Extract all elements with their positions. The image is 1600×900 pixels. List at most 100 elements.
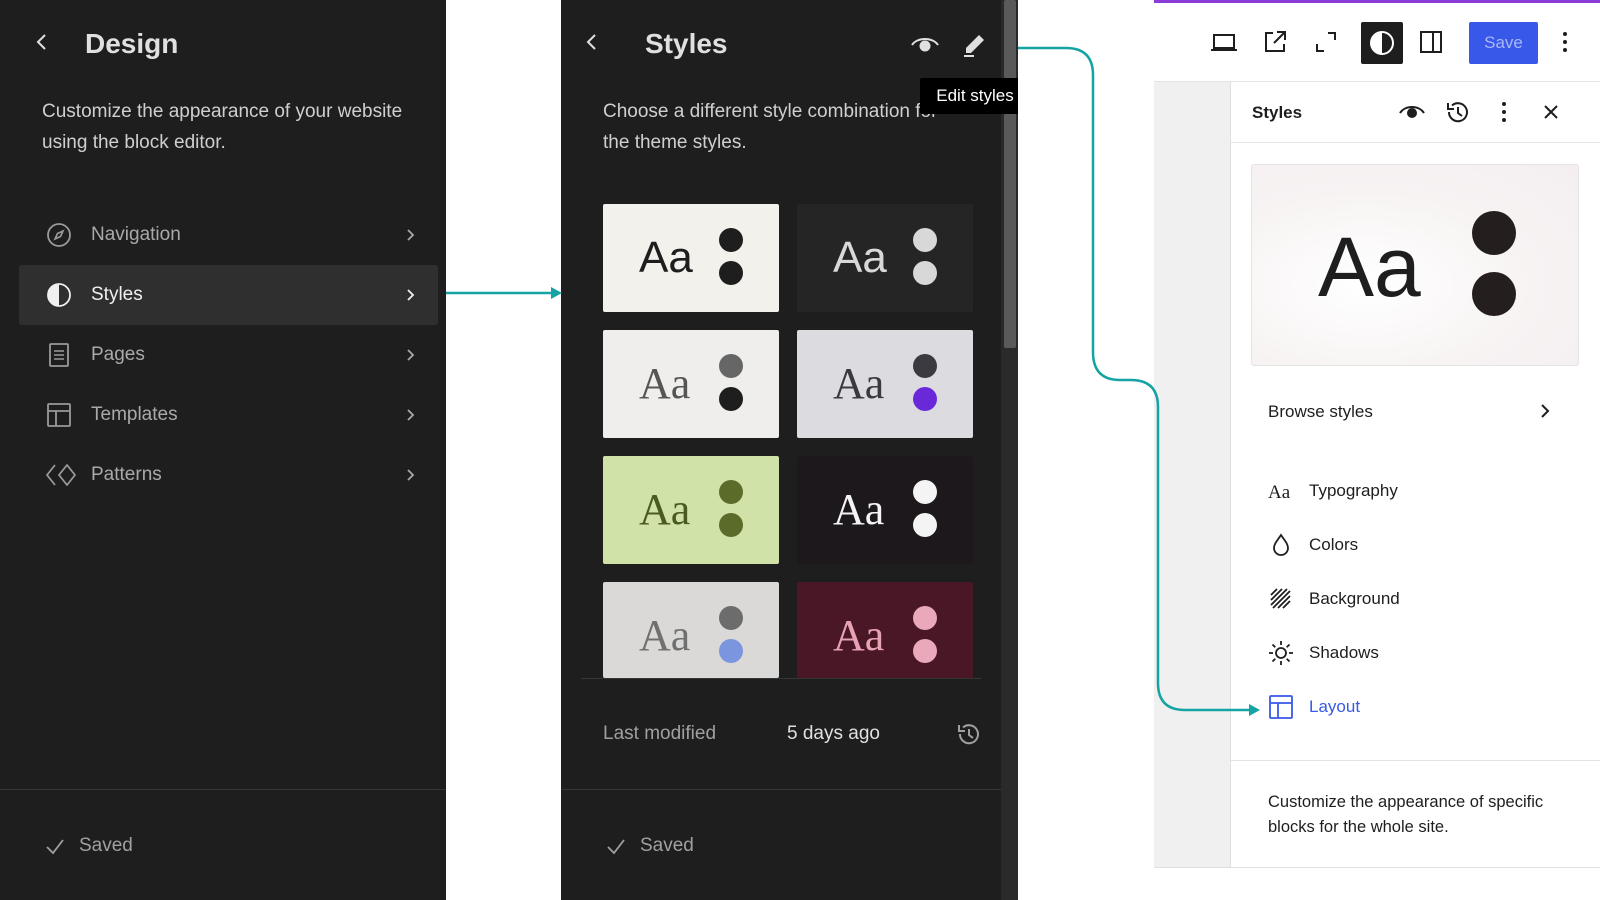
svg-text:Aa: Aa bbox=[1268, 482, 1291, 503]
close-icon[interactable] bbox=[1537, 98, 1565, 126]
save-button[interactable]: Save bbox=[1469, 22, 1538, 64]
check-icon bbox=[605, 836, 627, 858]
tile-sample-text: Aa bbox=[833, 359, 885, 408]
save-status: Saved bbox=[79, 835, 133, 856]
sidebar-item-label: Navigation bbox=[91, 224, 181, 245]
patterns-icon bbox=[46, 462, 76, 488]
tile-color-dot bbox=[719, 513, 743, 537]
tile-color-dot bbox=[719, 606, 743, 630]
tile-color-dot bbox=[913, 228, 937, 252]
tile-sample-text: Aa bbox=[639, 359, 691, 408]
last-modified-value: 5 days ago bbox=[787, 723, 880, 744]
sidebar-item-label: Patterns bbox=[91, 464, 162, 485]
style-variation-tile[interactable]: Aa bbox=[797, 582, 973, 678]
style-variation-tile[interactable]: Aa bbox=[603, 456, 779, 564]
sidebar-item-navigation[interactable]: Navigation bbox=[19, 205, 438, 265]
sidebar-item-pages[interactable]: Pages bbox=[19, 325, 438, 385]
style-variation-tile[interactable]: Aa bbox=[797, 204, 973, 312]
external-view-icon[interactable] bbox=[1260, 27, 1290, 57]
more-vertical-icon[interactable] bbox=[1490, 98, 1518, 126]
tile-color-dot bbox=[913, 606, 937, 630]
preview-sample-text: Aa bbox=[1318, 220, 1421, 314]
chevron-right-icon bbox=[402, 466, 418, 484]
sidebar-item-label: Templates bbox=[91, 404, 178, 425]
divider bbox=[1231, 760, 1600, 761]
tile-color-dot bbox=[913, 513, 937, 537]
typography-icon: Aa bbox=[1268, 478, 1294, 504]
divider bbox=[1154, 867, 1600, 868]
device-preview-icon[interactable] bbox=[1209, 27, 1239, 57]
tile-color-dot bbox=[913, 480, 937, 504]
back-icon[interactable] bbox=[30, 30, 54, 54]
editor-canvas[interactable] bbox=[1154, 82, 1231, 868]
tile-sample-text: Aa bbox=[639, 485, 691, 534]
style-preview[interactable]: Aa bbox=[1251, 164, 1579, 366]
pages-icon bbox=[46, 342, 72, 368]
chevron-right-icon bbox=[402, 346, 418, 364]
last-modified-label: Last modified bbox=[603, 723, 717, 744]
sidebar-toggle-icon[interactable] bbox=[1416, 27, 1446, 57]
save-status: Saved bbox=[640, 835, 694, 856]
tile-color-dot bbox=[913, 261, 937, 285]
menu-item-shadows[interactable]: Shadows bbox=[1268, 638, 1568, 668]
tile-sample-text: Aa bbox=[833, 485, 885, 534]
site-editor: Save Styles Aa Browse styles Aa Typograp… bbox=[1154, 0, 1600, 868]
divider bbox=[581, 678, 981, 679]
sidebar-item-patterns[interactable]: Patterns bbox=[19, 445, 438, 505]
tile-color-dot bbox=[913, 354, 937, 378]
sidebar-item-styles[interactable]: Styles bbox=[19, 265, 438, 325]
check-icon bbox=[44, 836, 66, 858]
chevron-right-icon[interactable] bbox=[1535, 400, 1555, 422]
scrollbar-thumb[interactable] bbox=[1004, 0, 1016, 348]
back-icon[interactable] bbox=[580, 30, 604, 54]
chevron-right-icon bbox=[402, 286, 418, 304]
canvas-edge bbox=[1018, 0, 1030, 876]
revisions-icon[interactable] bbox=[955, 720, 983, 748]
tile-sample-text: Aa bbox=[833, 233, 887, 282]
style-variation-tile[interactable]: Aa bbox=[603, 582, 779, 678]
style-variation-tile[interactable]: Aa bbox=[603, 330, 779, 438]
tile-color-dot bbox=[719, 480, 743, 504]
style-variation-tile[interactable]: Aa bbox=[797, 456, 973, 564]
design-panel: Design Customize the appearance of your … bbox=[0, 0, 446, 900]
styles-icon bbox=[46, 282, 72, 308]
editor-toolbar: Save bbox=[1154, 0, 1600, 82]
sidebar-item-label: Styles bbox=[91, 284, 143, 305]
more-vertical-icon[interactable] bbox=[1550, 27, 1580, 57]
chevron-right-icon bbox=[402, 226, 418, 244]
menu-item-background[interactable]: Background bbox=[1268, 584, 1568, 614]
styles-contrast-icon[interactable] bbox=[1361, 22, 1403, 64]
chevron-right-icon bbox=[402, 406, 418, 424]
menu-item-label: Shadows bbox=[1309, 643, 1379, 662]
menu-item-label: Background bbox=[1309, 589, 1400, 608]
divider bbox=[0, 789, 446, 790]
templates-icon bbox=[46, 402, 72, 428]
tile-color-dot bbox=[719, 261, 743, 285]
pencil-icon[interactable] bbox=[961, 32, 987, 58]
tile-color-dot bbox=[719, 387, 743, 411]
divider bbox=[561, 789, 1001, 790]
tile-sample-text: Aa bbox=[833, 611, 885, 660]
browse-styles-label[interactable]: Browse styles bbox=[1268, 402, 1373, 422]
tile-sample-text: Aa bbox=[639, 611, 691, 660]
sidebar-title: Styles bbox=[1252, 103, 1303, 122]
sidebar-item-templates[interactable]: Templates bbox=[19, 385, 438, 445]
preview-color-dot bbox=[1472, 272, 1516, 316]
blocks-description: Customize the appearance of specific blo… bbox=[1268, 793, 1544, 836]
fullscreen-icon[interactable] bbox=[1311, 27, 1341, 57]
menu-item-label: Layout bbox=[1309, 697, 1361, 716]
menu-item-typography[interactable]: Aa Typography bbox=[1268, 476, 1568, 506]
style-variation-tile[interactable]: Aa bbox=[603, 204, 779, 312]
shadow-icon bbox=[1268, 640, 1294, 666]
revisions-icon[interactable] bbox=[1444, 98, 1472, 126]
eye-icon[interactable] bbox=[910, 32, 940, 56]
style-variation-tile[interactable]: Aa bbox=[797, 330, 973, 438]
menu-item-layout[interactable]: Layout bbox=[1268, 692, 1568, 722]
preview-color-dot bbox=[1472, 211, 1516, 255]
global-styles-sidebar: Styles Aa Browse styles Aa Typography Co… bbox=[1231, 82, 1600, 868]
tile-color-dot bbox=[719, 228, 743, 252]
eye-icon[interactable] bbox=[1398, 98, 1426, 126]
tile-color-dot bbox=[719, 354, 743, 378]
menu-item-colors[interactable]: Colors bbox=[1268, 530, 1568, 560]
panel-description: Choose a different style combination for… bbox=[603, 101, 938, 153]
